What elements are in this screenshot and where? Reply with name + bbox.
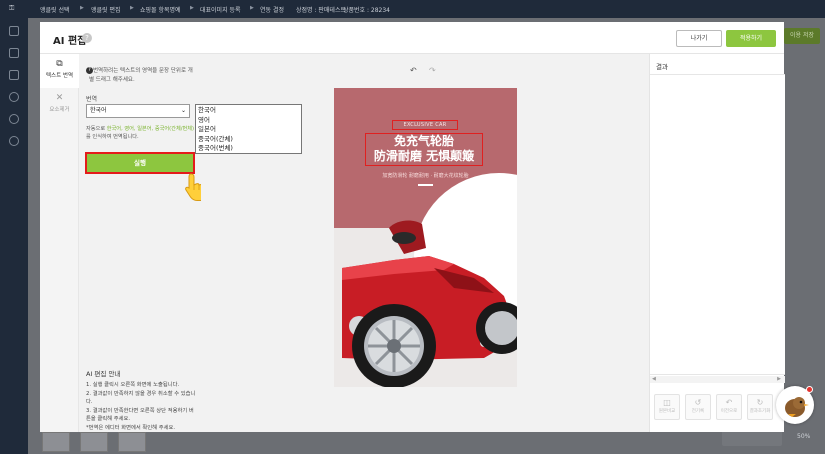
undo-icon[interactable]: ↶ xyxy=(410,66,417,75)
results-panel: 결과 ◀ ▶ ◫ 원본비교 ↺ 전기록 ↶ 이전으로 ↻ 결과초기화 xyxy=(649,54,785,432)
reset-button[interactable]: ↻ 결과초기화 xyxy=(747,394,773,420)
action-label: 이전으로 xyxy=(720,409,738,414)
language-option[interactable]: 한국어 xyxy=(198,106,299,116)
history-button[interactable]: ↺ 전기록 xyxy=(685,394,711,420)
chevron-down-icon: ⌄ xyxy=(180,107,186,114)
step-edit[interactable]: 앵클릿 편집 xyxy=(91,5,121,14)
step-arrow-icon: ▶ xyxy=(190,5,194,11)
language-label: 번역 xyxy=(86,96,98,103)
guide-section: AI 편집 안내 1. 실행 클릭시 오른쪽 화면에 노출됩니다. 2. 결과값… xyxy=(86,368,198,432)
tab-label: 텍스트 번역 xyxy=(45,73,74,79)
eraser-icon: ✕ xyxy=(55,93,64,103)
scroll-left-icon[interactable]: ◀ xyxy=(652,376,656,382)
menu-icon[interactable] xyxy=(9,26,19,36)
auto-note-languages: 한국어, 영어, 일본어, 중국어(간체/번체) xyxy=(106,126,195,132)
step-arrow-icon: ▶ xyxy=(250,5,254,11)
language-dropdown-list: 한국어 영어 일본어 중국어(간체) 중국어(번체) xyxy=(195,104,302,154)
image-divider xyxy=(418,184,433,186)
reset-icon: ↻ xyxy=(756,398,764,407)
auto-detect-note: 자동으로 한국어, 영어, 일본어, 중국어(간체/번체) 를 인식하여 번역됩니… xyxy=(86,125,196,141)
help-circle-icon[interactable] xyxy=(9,136,19,146)
product-number: 상품번호 : 28234 xyxy=(343,7,391,14)
language-option[interactable]: 중국어(간체) xyxy=(198,135,299,145)
guide-title: AI 편집 안내 xyxy=(86,370,121,378)
apply-button[interactable]: 적용하기 xyxy=(726,30,776,47)
guide-line: 1. 실행 클릭시 오른쪽 화면에 노출됩니다. xyxy=(86,382,180,388)
tab-label: 요소제거 xyxy=(49,107,70,113)
scroll-right-icon[interactable]: ▶ xyxy=(777,376,781,382)
language-select-value: 한국어 xyxy=(90,107,107,114)
ai-edit-modal: AI 편집 ? 나가기 적용하기 ⧉ 텍스트 번역 ✕ 요소제거 ? 번역하려는… xyxy=(40,22,785,432)
thumbnail[interactable] xyxy=(118,432,146,452)
guide-line: *번역은 에디터 화면에서 확인해 주세요. xyxy=(86,424,176,431)
action-label: 원본비교 xyxy=(658,409,676,414)
image-title-line1: 免充气轮胎 xyxy=(393,134,454,148)
exit-button[interactable]: 나가기 xyxy=(676,30,722,47)
app-sidebar xyxy=(0,18,28,454)
tab-remove-element[interactable]: ✕ 요소제거 xyxy=(40,88,79,122)
step-link[interactable]: 연동 결정 xyxy=(260,5,284,14)
red-toy-car-illustration xyxy=(342,220,517,387)
history-icon: ↺ xyxy=(694,398,702,407)
zoom-level: 50% xyxy=(797,433,811,440)
user-icon[interactable] xyxy=(9,114,19,124)
thumbnail[interactable] xyxy=(80,432,108,452)
action-label: 전기록 xyxy=(691,409,705,414)
step-mall-info[interactable]: 쇼핑몰 항목명예 xyxy=(140,5,181,14)
auto-note-suffix: 를 인식하여 번역됩니다. xyxy=(86,134,139,140)
run-button[interactable]: 실행 xyxy=(87,154,193,172)
help-icon[interactable]: ? xyxy=(82,33,92,43)
previous-button[interactable]: ↶ 이전으로 xyxy=(716,394,742,420)
image-tag-text: EXCLUSIVE CAR xyxy=(403,122,447,128)
step-arrow-icon: ▶ xyxy=(80,5,84,11)
tab-text-translate[interactable]: ⧉ 텍스트 번역 xyxy=(40,54,79,88)
image-icon[interactable] xyxy=(9,70,19,80)
store-name: 상점명 : 판매테스트 xyxy=(296,7,346,14)
top-navigation-bar: ⚿ 앵클릿 선택 ▶ 앵클릿 편집 ▶ 쇼핑몰 항목명예 ▶ 대표이미지 등록 … xyxy=(0,0,825,18)
undo-icon: ↶ xyxy=(725,398,733,407)
compare-button[interactable]: ◫ 원본비교 xyxy=(654,394,680,420)
step-arrow-icon: ▶ xyxy=(130,5,134,11)
list-icon[interactable] xyxy=(9,48,19,58)
step-main-image[interactable]: 대표이미지 등록 xyxy=(200,5,241,14)
thumbnail[interactable] xyxy=(42,432,70,452)
guide-line: 3. 결과값이 만족한다면 오른쪽 상단 적용하기 버튼을 클릭해 주세요. xyxy=(86,407,194,423)
auto-note-prefix: 자동으로 xyxy=(86,126,107,132)
tool-tabs: ⧉ 텍스트 번역 ✕ 요소제거 xyxy=(40,54,79,432)
language-select[interactable]: 한국어 ⌄ xyxy=(86,104,190,118)
language-option[interactable]: 중국어(번체) xyxy=(198,144,299,154)
instruction-text: 번역하려는 텍스트의 영역을 문장 단위로 개별 드래그 해주세요. xyxy=(89,68,193,83)
image-subtitle: 加宽防滑轮 耐磨耐用 · 耐磨大花纹轮胎 xyxy=(382,173,469,179)
action-label: 결과초기화 xyxy=(749,409,771,414)
language-option[interactable]: 일본어 xyxy=(198,125,299,135)
settings-icon[interactable] xyxy=(9,92,19,102)
compare-icon: ◫ xyxy=(663,398,671,407)
step-select[interactable]: 앵클릿 선택 xyxy=(40,5,70,14)
notification-badge xyxy=(806,386,813,393)
redo-icon[interactable]: ↷ xyxy=(429,66,436,75)
guide-line: 2. 결과값이 만족하지 않을 경우 취소할 수 있습니다. xyxy=(86,390,196,406)
results-title: 결과 xyxy=(656,63,668,71)
modal-header: AI 편집 ? 나가기 적용하기 xyxy=(40,22,784,54)
product-image[interactable]: EXCLUSIVE CAR 免充气轮胎 防滑耐磨 无惧颠簸 加宽防滑轮 耐磨耐用… xyxy=(334,88,517,387)
key-icon: ⚿ xyxy=(9,4,15,12)
text-translate-icon: ⧉ xyxy=(56,59,63,69)
language-option[interactable]: 영어 xyxy=(198,116,299,126)
control-panel: ? 번역하려는 텍스트의 영역을 문장 단위로 개별 드래그 해주세요. 번역 … xyxy=(79,54,209,432)
horizontal-scrollbar[interactable]: ◀ ▶ xyxy=(650,376,785,383)
image-title-line2: 防滑耐磨 无惧颠簸 xyxy=(373,149,475,163)
results-area xyxy=(650,75,785,375)
save-button[interactable]: 이용 저장 xyxy=(784,28,820,44)
